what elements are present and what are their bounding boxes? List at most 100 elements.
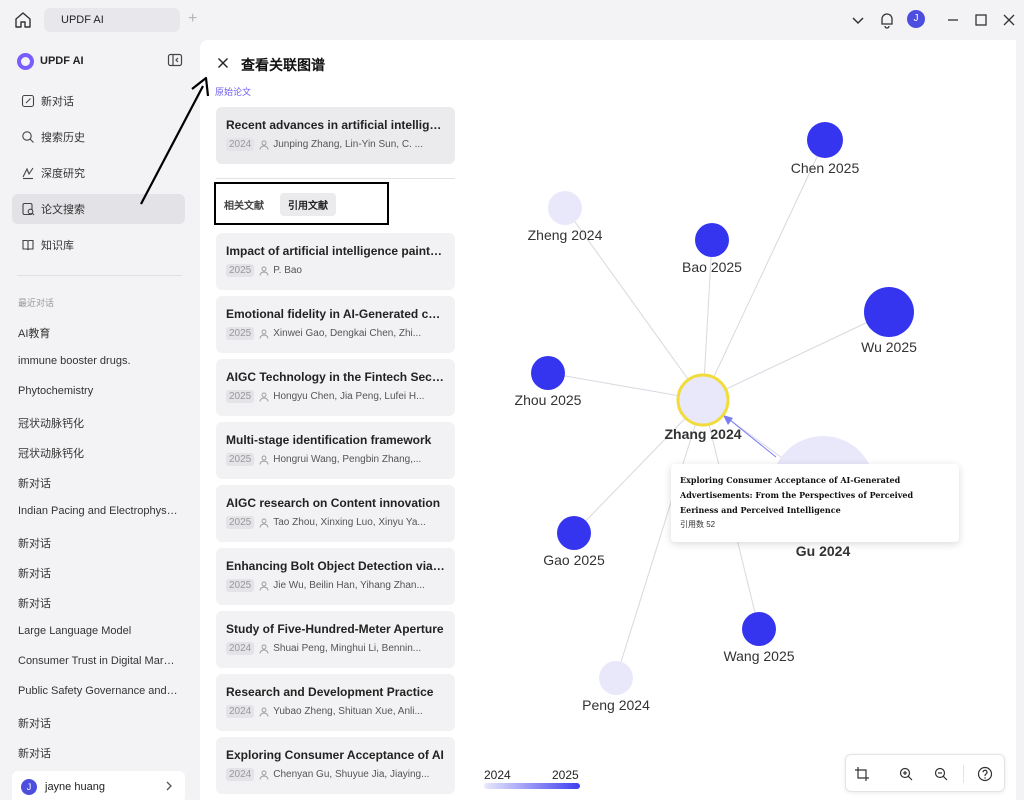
user-menu[interactable]: J jayne huang <box>12 771 185 800</box>
paper-card[interactable]: AIGC research on Content innovation 2025 T… <box>216 485 455 542</box>
zoom-in-icon[interactable] <box>898 766 914 782</box>
bell-icon[interactable] <box>877 10 897 30</box>
original-paper-card[interactable]: Recent advances in artificial intelligen… <box>216 107 455 164</box>
paper-card[interactable]: Multi-stage identification framework 2025… <box>216 422 455 479</box>
recent-chat-item[interactable]: 新对话 <box>18 595 178 611</box>
year-badge: 2024 <box>226 768 255 781</box>
user-icon <box>259 644 269 654</box>
recent-chat-item[interactable]: 新对话 <box>18 745 178 761</box>
user-name: jayne huang <box>45 781 105 793</box>
recent-chat-item[interactable]: AI教育 <box>18 325 178 341</box>
recent-chat-item[interactable]: 新对话 <box>18 475 178 491</box>
paper-authors: Hongyu Chen, Jia Peng, Lufei H... <box>273 391 425 402</box>
zoom-out-icon[interactable] <box>933 766 949 782</box>
recent-chat-item[interactable]: Indian Pacing and Electrophysiology Jour… <box>18 505 178 517</box>
paper-title: Impact of artificial intelligence painti… <box>226 244 445 258</box>
recent-chat-item[interactable]: immune booster drugs. <box>18 355 178 367</box>
recent-chat-item[interactable]: 冠状动脉钙化 <box>18 415 178 431</box>
user-icon <box>259 707 269 717</box>
graph-node[interactable] <box>599 661 633 695</box>
title-bar: UPDF AI + J <box>0 0 1024 40</box>
page-title: 查看关联图谱 <box>241 57 325 73</box>
paper-title: Multi-stage identification framework <box>226 433 432 447</box>
recent-chat-item[interactable]: Consumer Trust in Digital Marketing <box>18 655 178 667</box>
graph-node[interactable] <box>557 516 591 550</box>
paper-card[interactable]: Study of Five-Hundred-Meter Aperture 2024… <box>216 611 455 668</box>
avatar[interactable]: J <box>907 10 925 28</box>
recent-chat-item[interactable]: 新对话 <box>18 715 178 731</box>
graph-center-node[interactable] <box>676 373 730 427</box>
paper-authors: Shuai Peng, Minghui Li, Bennin... <box>273 643 422 654</box>
paper-authors: Tao Zhou, Xinxing Luo, Xinyu Ya... <box>273 517 426 528</box>
arrow-head-icon <box>723 415 733 425</box>
book-icon <box>22 239 34 251</box>
graph-center-label: Zhang 2024 <box>664 426 741 442</box>
home-icon[interactable] <box>12 9 34 31</box>
minimize-icon[interactable] <box>943 10 963 30</box>
user-icon <box>259 266 269 276</box>
paper-meta: 2024 Chenyan Gu, Shuyue Jia, Jiaying... <box>226 768 445 781</box>
updf-logo-icon <box>17 52 34 70</box>
close-icon[interactable] <box>217 57 229 69</box>
paper-authors: P. Bao <box>273 265 302 276</box>
sidebar: UPDF AI 新对话 搜索历史 深度研究 论文搜索 知识库 最近对话 AI教育… <box>0 40 200 800</box>
relation-panel: 查看关联图谱 原始论文 Recent advances in artificia… <box>200 40 471 800</box>
paper-meta: 2024 Shuai Peng, Minghui Li, Bennin... <box>226 642 445 655</box>
tab-updf-ai[interactable]: UPDF AI <box>44 8 180 32</box>
graph-node[interactable] <box>531 356 565 390</box>
paper-title: AIGC Technology in the Fintech Sector <box>226 370 445 384</box>
research-icon <box>22 167 34 180</box>
user-icon <box>259 455 269 465</box>
sidebar-item-deep-research[interactable]: 深度研究 <box>12 158 185 188</box>
recent-chat-item[interactable]: Large Language Model <box>18 625 178 637</box>
paper-card[interactable]: Enhancing Bolt Object Detection via AIGC… <box>216 548 455 605</box>
chevron-down-icon[interactable] <box>848 10 868 30</box>
new-tab-icon[interactable]: + <box>188 9 204 29</box>
user-icon <box>259 770 269 780</box>
sidebar-item-label: 搜索历史 <box>41 132 85 144</box>
graph-node-label: Zhou 2025 <box>515 392 582 408</box>
recent-chat-item[interactable]: 新对话 <box>18 565 178 581</box>
recent-chat-item[interactable]: 新对话 <box>18 535 178 551</box>
year-badge: 2025 <box>226 264 255 277</box>
paper-authors: Hongrui Wang, Pengbin Zhang,... <box>273 454 422 465</box>
paper-card[interactable]: Emotional fidelity in AI-Generated conte… <box>216 296 455 353</box>
sidebar-item-search-history[interactable]: 搜索历史 <box>12 122 185 152</box>
paper-authors: Jie Wu, Beilin Han, Yihang Zhan... <box>273 580 425 591</box>
paper-card[interactable]: AIGC Technology in the Fintech Sector 202… <box>216 359 455 416</box>
user-icon <box>259 329 269 339</box>
sidebar-collapse-icon[interactable] <box>167 52 183 68</box>
citation-graph[interactable]: Chen 2025 Zheng 2024 Bao 2025 Wu 2025 Zhou 2… <box>471 40 1016 800</box>
help-icon[interactable] <box>977 766 993 782</box>
graph-node-label: Gu 2024 <box>796 543 851 559</box>
sidebar-item-paper-search[interactable]: 论文搜索 <box>12 194 185 224</box>
sidebar-item-knowledge-base[interactable]: 知识库 <box>12 230 185 260</box>
sidebar-item-label: 知识库 <box>41 240 74 252</box>
graph-node[interactable] <box>548 191 582 225</box>
recent-chat-item[interactable]: 冠状动脉钙化 <box>18 445 178 461</box>
recent-chat-item[interactable]: Public Safety Governance and AI <box>18 685 178 697</box>
paper-meta: 2024 Yubao Zheng, Shituan Xue, Anli... <box>226 705 445 718</box>
graph-node-label: Chen 2025 <box>791 160 860 176</box>
fit-view-icon[interactable] <box>854 766 870 782</box>
graph-node[interactable] <box>864 287 914 337</box>
paper-card[interactable]: Research and Development Practice 2024 Yub… <box>216 674 455 731</box>
graph-nodes: Chen 2025 Zheng 2024 Bao 2025 Wu 2025 Zhou 2… <box>515 122 917 713</box>
recent-chat-item[interactable]: Phytochemistry <box>18 385 178 397</box>
graph-node[interactable] <box>807 122 843 158</box>
maximize-icon[interactable] <box>971 10 991 30</box>
graph-node[interactable] <box>695 223 729 257</box>
legend-max: 2025 <box>552 768 579 782</box>
paper-card[interactable]: Exploring Consumer Acceptance of AI 2024 C… <box>216 737 455 794</box>
year-badge: 2025 <box>226 327 255 340</box>
graph-node[interactable] <box>742 612 776 646</box>
paper-title: Recent advances in artificial intelligen… <box>226 118 445 132</box>
paper-authors: Yubao Zheng, Shituan Xue, Anli... <box>273 706 423 717</box>
paper-card[interactable]: Impact of artificial intelligence painti… <box>216 233 455 290</box>
sidebar-item-label: 深度研究 <box>41 168 85 180</box>
sidebar-item-new-chat[interactable]: 新对话 <box>12 86 185 116</box>
graph-node-label: Zheng 2024 <box>528 227 603 243</box>
edit-icon <box>21 94 35 108</box>
close-window-icon[interactable] <box>999 10 1019 30</box>
paper-meta: 2025 Xinwei Gao, Dengkai Chen, Zhi... <box>226 327 445 340</box>
